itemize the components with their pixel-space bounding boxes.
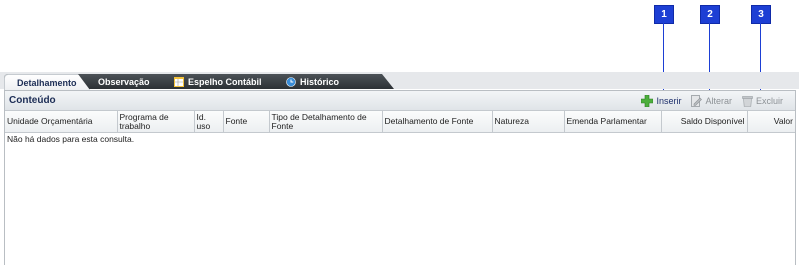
column-header[interactable]: Fonte	[223, 111, 270, 133]
column-header[interactable]: Unidade Orçamentária	[5, 111, 118, 133]
tab-label: Espelho Contábil	[188, 76, 262, 87]
column-header[interactable]: Natureza	[492, 111, 565, 133]
column-header[interactable]: Id. uso	[194, 111, 224, 133]
tab-detalhamento[interactable]: Detalhamento	[4, 74, 90, 90]
column-header[interactable]: Detalhamento de Fonte	[382, 111, 493, 133]
panel-header: Conteúdo Inserir Alterar Excluir	[5, 91, 795, 111]
panel-title: Conteúdo	[9, 95, 56, 106]
tab-label: Observação	[98, 76, 150, 87]
delete-button[interactable]: Excluir	[742, 95, 783, 107]
table-header-row: Unidade Orçamentária Programa de trabalh…	[5, 111, 795, 133]
tab-label: Histórico	[300, 76, 340, 87]
data-table: Unidade Orçamentária Programa de trabalh…	[5, 111, 795, 133]
insert-button[interactable]: Inserir	[641, 94, 682, 107]
callout-1: 1	[654, 5, 674, 24]
callout-3: 3	[751, 5, 771, 24]
column-header[interactable]: Programa de trabalho	[117, 111, 195, 133]
history-icon	[286, 77, 296, 87]
tab-label: Detalhamento	[17, 77, 77, 88]
edit-document-icon	[691, 94, 703, 107]
insert-label: Inserir	[656, 95, 682, 106]
plus-icon	[641, 94, 654, 107]
tab-historico[interactable]: Histórico	[274, 74, 394, 89]
column-header[interactable]: Emenda Parlamentar	[564, 111, 662, 133]
column-header[interactable]: Saldo Disponível	[661, 111, 748, 133]
content-panel: Conteúdo Inserir Alterar Excluir Unidade…	[4, 90, 796, 265]
trash-icon	[742, 95, 753, 107]
edit-button[interactable]: Alterar	[691, 94, 732, 107]
action-toolbar: Inserir Alterar Excluir	[641, 94, 795, 107]
column-header[interactable]: Tipo de Detalhamento de Fonte	[269, 111, 383, 133]
empty-message: Não há dados para esta consulta.	[7, 134, 135, 144]
column-header[interactable]: Valor	[747, 111, 795, 133]
edit-label: Alterar	[705, 95, 732, 106]
delete-label: Excluir	[755, 95, 783, 106]
callout-2: 2	[700, 5, 720, 24]
spreadsheet-icon	[174, 77, 184, 87]
